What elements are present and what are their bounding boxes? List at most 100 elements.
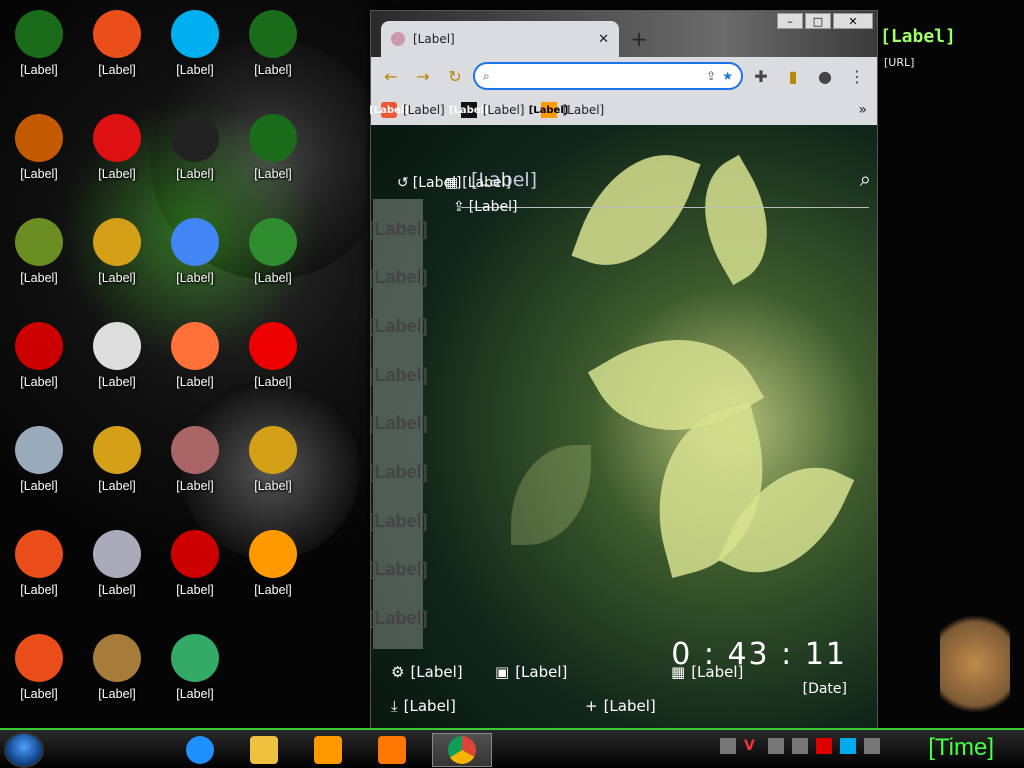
social-icon[interactable]: [Label] [371,211,428,247]
browser-titlebar[interactable]: – □ ✕ [Label] ✕ + [371,11,877,57]
bookmark-1[interactable]: [Label] [Label] [369,102,445,118]
desktop-icon[interactable]: [Label] [78,420,156,520]
desktop-icon[interactable]: [Label] [234,524,312,624]
search-icon[interactable]: ⌕ [860,167,871,191]
share-button[interactable]: ⇪ [Label] [453,199,517,215]
desktop-icon[interactable]: [Label] [234,108,312,208]
start-button[interactable] [4,732,44,768]
taskbar-clock[interactable]: [Time] [928,734,994,762]
taskbar-chrome[interactable] [432,733,492,767]
bookmark-3[interactable]: [Label] [Label] [529,102,605,118]
desktop-icon[interactable]: [Label] [78,628,156,728]
social-icon[interactable]: [Label] [371,552,428,588]
change-wallpaper-button[interactable]: ▣ [Label] [495,663,567,681]
profile-icon[interactable]: ● [811,62,839,90]
download-wallpaper-button[interactable]: ⤓ [Label] [391,697,456,715]
desktop-icon-label: [Label] [20,271,58,285]
desktop-icon[interactable]: [Label] [156,524,234,624]
desktop-icon-image [15,322,63,370]
tray-icon[interactable] [816,738,832,754]
close-button[interactable]: ✕ [833,13,873,29]
desktop-icon[interactable]: [Label] [78,524,156,624]
desktop-icon[interactable]: [Label] [156,4,234,104]
desktop-icon[interactable]: [Label] [0,420,78,520]
social-icon[interactable]: [Label] [371,309,428,345]
desktop-icon[interactable]: [Label] [234,316,312,416]
taskbar-uc[interactable] [364,733,420,767]
address-input[interactable] [495,69,701,83]
tray-icon[interactable] [792,738,808,754]
desktop-icon[interactable]: [Label] [156,628,234,728]
tray-icon[interactable] [720,738,736,754]
desktop-icon[interactable]: [Label] [234,212,312,312]
social-icon[interactable]: [Label] [371,601,428,637]
tray-icon[interactable] [864,738,880,754]
social-icon[interactable]: [Label] [371,406,428,442]
social-icon[interactable]: [Label] [371,455,428,491]
forward-icon[interactable]: → [409,62,437,90]
desktop-icon-label: [Label] [20,479,58,493]
desktop-icon-label: [Label] [20,583,58,597]
bookmark-2[interactable]: [Label] [Label] [449,102,525,118]
social-icon[interactable]: [Label] [371,503,428,539]
desktop-icon-label: [Label] [98,479,136,493]
desktop-icon[interactable]: [Label] [234,420,312,520]
desktop-icon[interactable]: [Label] [78,108,156,208]
desktop-icon[interactable]: [Label] [0,316,78,416]
desktop-icon-image [15,530,63,578]
more-themes-button[interactable]: ▦ [Label] [671,663,743,681]
tray-icon[interactable]: V [744,738,760,754]
desktop-icon[interactable]: [Label] [156,108,234,208]
desktop-icon-label: [Label] [254,271,292,285]
back-icon[interactable]: ← [377,62,405,90]
minimize-button[interactable]: – [777,13,803,29]
desktop-icon[interactable]: [Label] [156,212,234,312]
bookmark-label: [Label] [403,103,445,117]
desktop-icon[interactable]: [Label] [234,4,312,104]
desktop-icon[interactable]: [Label] [78,212,156,312]
reload-icon[interactable]: ↻ [441,62,469,90]
share-icon[interactable]: ⇪ [706,69,716,83]
apps-label: [Label] [462,175,511,191]
taskbar-explorer[interactable] [236,733,292,767]
desktop-icon[interactable]: [Label] [156,316,234,416]
tray-icon[interactable] [768,738,784,754]
new-tab-button[interactable]: + [627,27,651,51]
apps-button[interactable]: ▦ [Label] [445,175,511,191]
new-note-button[interactable]: + [Label] [585,697,656,715]
desktop-icon-label: [Label] [176,375,214,389]
social-icon[interactable]: [Label] [371,357,428,393]
extensions-icon[interactable]: ✚ [747,62,775,90]
desktop-icon-label: [Label] [176,479,214,493]
desktop-icon-image [15,426,63,474]
desktop-icon[interactable]: [Label] [78,316,156,416]
desktop-icon[interactable]: [Label] [78,4,156,104]
tab-close-icon[interactable]: ✕ [598,32,609,47]
uc-browser-icon [378,736,406,764]
wallpaper-leaf [571,133,701,287]
desktop-icon-image [249,426,297,474]
desktop-icon[interactable]: [Label] [156,420,234,520]
bookmarks-overflow-button[interactable]: » [858,102,867,118]
bookmark-star-icon[interactable]: ★ [722,69,733,83]
menu-icon[interactable]: ⋮ [843,62,871,90]
desktop-icon[interactable]: [Label] [0,524,78,624]
media-player-icon [314,736,342,764]
social-icon[interactable]: [Label] [371,260,428,296]
desktop-icon[interactable]: [Label] [0,628,78,728]
bookmark-label: [Label] [562,103,605,117]
desktop-icon[interactable]: [Label] [0,212,78,312]
desktop-icon[interactable]: [Label] [0,4,78,104]
desktop-icon[interactable]: [Label] [0,108,78,208]
desktop-icon-label: [Label] [254,479,292,493]
desktop-icon-image [171,426,219,474]
taskbar-media[interactable] [300,733,356,767]
tab-new-tab[interactable]: [Label] ✕ [381,21,619,57]
maximize-button[interactable]: □ [805,13,831,29]
address-bar[interactable]: ⌕ ⇪ ★ [473,62,743,90]
tray-icon[interactable] [840,738,856,754]
taskbar-ie[interactable] [172,733,228,767]
desktop-icon-label: [Label] [176,687,214,701]
settings-button[interactable]: ⚙ [Label] [391,663,463,681]
sidebar-icon[interactable]: ▮ [779,62,807,90]
